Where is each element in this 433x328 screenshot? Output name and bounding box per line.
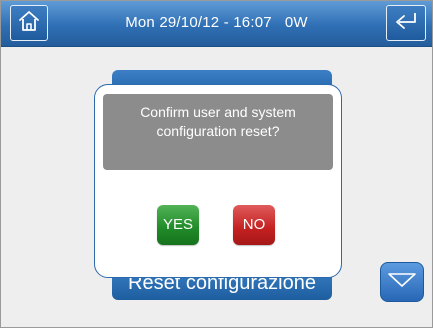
chevron-down-icon — [387, 271, 417, 294]
return-arrow-icon — [392, 10, 420, 37]
dialog-message-line-1: Confirm user and system — [140, 104, 296, 120]
top-bar: Mon 29/10/12 - 16:07 0W — [1, 1, 432, 47]
confirm-reset-dialog: Confirm user and system configuration re… — [94, 84, 342, 278]
dialog-message: Confirm user and system configuration re… — [103, 94, 333, 170]
no-button[interactable]: NO — [233, 205, 275, 245]
date-time-power-status: Mon 29/10/12 - 16:07 0W — [125, 14, 308, 31]
yes-button[interactable]: YES — [157, 205, 199, 245]
dialog-message-line-2: configuration reset? — [156, 123, 280, 139]
scroll-down-button[interactable] — [380, 262, 424, 302]
back-button[interactable] — [386, 5, 426, 41]
